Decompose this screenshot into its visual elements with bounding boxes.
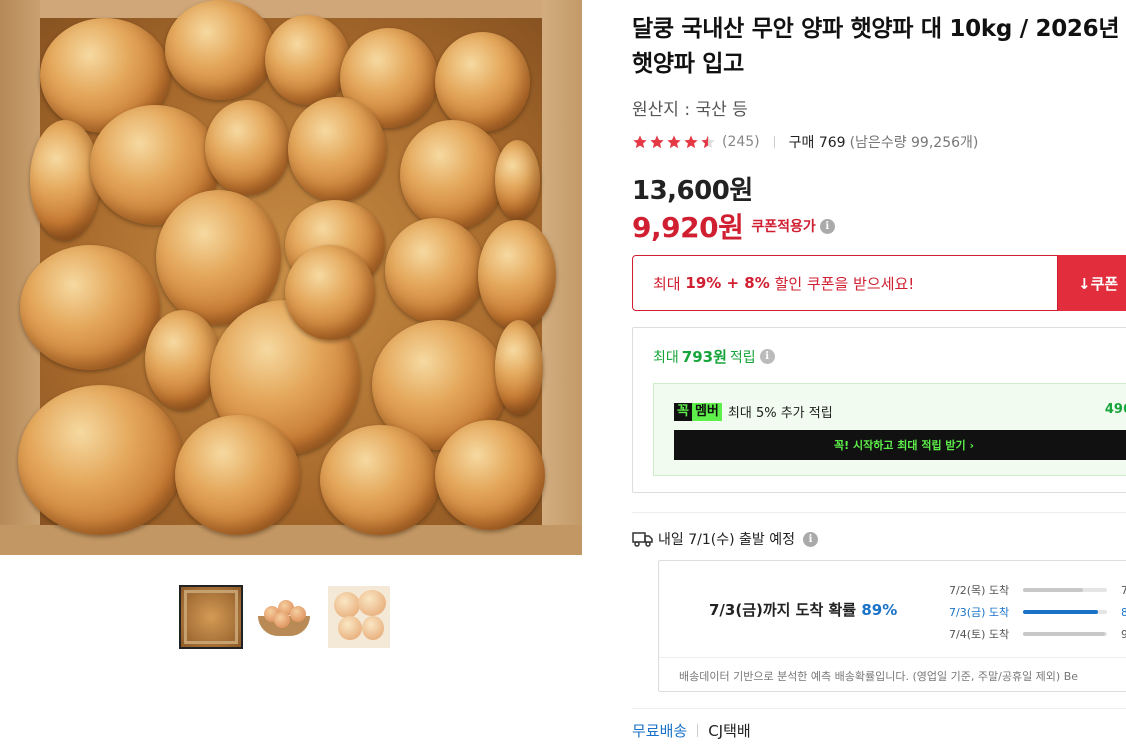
onion: [435, 32, 530, 132]
courier: CJ택배: [708, 722, 751, 740]
arrival-bar-fill: [1023, 632, 1106, 636]
arrival-main-text: 7/3(금)까지 도착 확률: [709, 601, 857, 619]
truck-icon: [632, 532, 653, 547]
reward-amount: 793원: [681, 348, 727, 366]
arrival-item: 7/4(토) 도착 9: [949, 623, 1126, 645]
onion: [288, 97, 386, 202]
member-reward-amount: 496: [1104, 402, 1126, 417]
delivery-row: 무료배송 CJ택배: [632, 720, 751, 741]
thumbnail-2[interactable]: [254, 586, 316, 648]
product-origin: 원산지 : 국산 등: [632, 100, 748, 120]
divider: [697, 724, 699, 737]
review-count[interactable]: (245): [722, 134, 760, 150]
arrival-bar: [1023, 588, 1107, 592]
onion: [358, 590, 386, 616]
arrival-date: 7/4(토) 도착: [949, 628, 1010, 641]
onion: [334, 592, 360, 618]
star-icon: [683, 134, 699, 150]
arrival-bar-fill: [1023, 610, 1098, 614]
arrival-pct: 7: [1121, 583, 1126, 597]
product-title: 달쿵 국내산 무안 양파 햇양파 대 10kg / 2026년 햇양파 입고: [632, 16, 1120, 77]
onion: [145, 310, 220, 410]
onion: [320, 425, 440, 535]
purchase-count: 구매 769: [788, 135, 846, 151]
divider: [632, 708, 1126, 709]
thumbnail-3[interactable]: [328, 586, 390, 648]
onion: [290, 606, 306, 622]
onion: [385, 218, 485, 323]
arrival-main-pct: 89%: [861, 601, 898, 619]
arrival-bar-fill: [1023, 588, 1084, 592]
onion: [478, 220, 556, 330]
product-info: 달쿵 국내산 무안 양파 햇양파 대 10kg / 2026년 햇양파 입고 원…: [632, 0, 1126, 749]
coupon-price-label: 쿠폰적용가: [751, 219, 816, 235]
reward-box: 최대 793원 적립 i 꼭멤버 최대 5% 추가 적립 496 꼭! 시작하고…: [632, 327, 1126, 493]
onion: [30, 120, 100, 240]
reward-prefix: 최대: [653, 349, 679, 366]
member-text: 최대 5% 추가 적립: [727, 406, 833, 421]
star-half-icon: [700, 134, 716, 150]
free-shipping[interactable]: 무료배송: [632, 720, 687, 741]
divider: [773, 136, 775, 148]
arrival-bar: [1023, 610, 1107, 614]
rating-row: (245) 구매 769 (남은수량 99,256개): [632, 132, 978, 152]
coupon-text-prefix: 최대: [653, 274, 681, 293]
arrival-box: 7/3(금)까지 도착 확률 89% 7/2(목) 도착 7 7/3(금) 도착…: [658, 560, 1126, 692]
star-icon: [632, 134, 648, 150]
onion: [338, 616, 362, 640]
arrival-item: 7/3(금) 도착 8: [949, 601, 1126, 623]
arrival-item: 7/2(목) 도착 7: [949, 579, 1126, 601]
member-badge-part: 멤버: [691, 402, 722, 421]
coupon-text-suffix: 할인 쿠폰을 받으세요!: [774, 274, 915, 293]
star-icon: [649, 134, 665, 150]
thumbnail-strip: [179, 585, 390, 649]
onion: [274, 612, 290, 628]
arrival-date: 7/3(금) 도착: [949, 606, 1010, 619]
reward-suffix: 적립: [729, 349, 756, 366]
original-price: 13,600원: [632, 176, 753, 206]
arrival-list: 7/2(목) 도착 7 7/3(금) 도착 8 7/4(토) 도착 9: [949, 579, 1126, 645]
reward-title: 최대 793원 적립 i: [653, 346, 775, 367]
remaining-stock: (남은수량 99,256개): [849, 135, 979, 151]
onion: [400, 120, 505, 230]
member-badge-part: 꼭: [674, 402, 692, 421]
onion: [495, 320, 543, 415]
info-icon[interactable]: i: [802, 531, 818, 547]
coupon-discount: 19% + 8%: [685, 274, 770, 292]
info-icon[interactable]: i: [759, 349, 775, 364]
divider: [632, 512, 1126, 513]
arrival-pct: 9: [1121, 627, 1126, 641]
onion: [175, 415, 300, 535]
onion: [265, 15, 350, 105]
onion: [362, 616, 384, 640]
onion: [18, 385, 183, 535]
onion: [495, 140, 540, 220]
onion: [165, 0, 275, 100]
member-badge: 꼭 멤버: [674, 402, 722, 421]
arrival-note: 배송데이터 기반으로 분석한 예측 배송확률입니다. (영업일 기준, 주말/공…: [659, 657, 1126, 693]
coupon-banner[interactable]: 최대 19% + 8% 할인 쿠폰을 받으세요!: [632, 255, 1058, 311]
thumbnail-1[interactable]: [179, 585, 243, 649]
onion: [20, 245, 160, 370]
arrival-pct: 8: [1121, 605, 1126, 619]
onion: [435, 420, 545, 530]
member-row: 꼭 멤버 최대 5% 추가 적립: [674, 402, 833, 421]
star-icon: [666, 134, 682, 150]
coupon-download-button[interactable]: ↓쿠폰: [1058, 255, 1126, 311]
arrival-main: 7/3(금)까지 도착 확률 89%: [709, 599, 897, 620]
member-box: 꼭멤버 최대 5% 추가 적립 496 꼭! 시작하고 최대 적립 받기 ›: [653, 383, 1126, 476]
onion: [285, 245, 375, 340]
info-icon[interactable]: i: [819, 218, 835, 234]
arrival-date: 7/2(목) 도착: [949, 584, 1010, 597]
sale-price: 9,920원: [632, 211, 744, 244]
shipping-row: 내일 7/1(수) 출발 예정 i: [632, 529, 818, 549]
member-signup-button[interactable]: 꼭! 시작하고 최대 적립 받기 ›: [674, 430, 1126, 460]
star-rating[interactable]: [632, 134, 716, 150]
box-edge: [0, 0, 582, 18]
departure-text: 내일 7/1(수) 출발 예정: [658, 532, 795, 548]
onion: [205, 100, 290, 195]
product-main-image: [0, 0, 582, 555]
sale-price-row: 9,920원 쿠폰적용가 i: [632, 206, 835, 246]
arrival-bar: [1023, 632, 1107, 636]
